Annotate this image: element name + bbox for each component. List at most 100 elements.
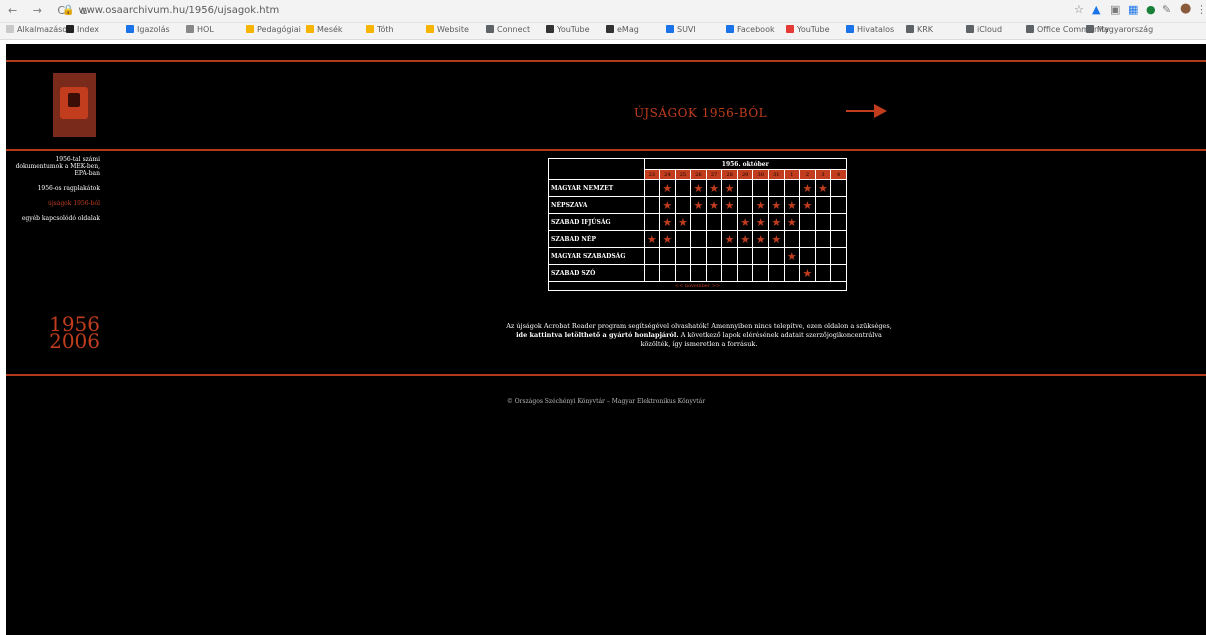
bookmark-label: Facebook — [737, 25, 775, 34]
bookmark-item[interactable]: eMag — [606, 25, 639, 34]
star-icon[interactable]: ★ — [662, 199, 672, 212]
avatar[interactable]: ● — [1180, 1, 1191, 16]
issue-cell[interactable]: ★ — [659, 179, 676, 197]
empty-cell — [659, 247, 676, 265]
star-icon[interactable]: ★ — [787, 216, 797, 229]
bookmark-item[interactable]: Connect — [486, 25, 530, 34]
issue-cell[interactable]: ★ — [705, 179, 723, 197]
extension-icon[interactable]: ● — [1146, 3, 1156, 16]
issue-cell[interactable]: ★ — [721, 230, 738, 248]
menu-icon[interactable]: ⋮ — [1196, 3, 1206, 16]
sidebar-link[interactable]: egyéb kapcsolódó oldalak — [10, 215, 100, 222]
issue-cell[interactable]: ★ — [768, 196, 785, 214]
star-icon[interactable]: ★ — [662, 182, 672, 195]
bookmark-item[interactable]: Facebook — [726, 25, 775, 34]
issue-cell[interactable]: ★ — [736, 213, 754, 231]
star-icon[interactable]: ★ — [756, 216, 766, 229]
issue-cell[interactable]: ★ — [768, 213, 785, 231]
issue-cell[interactable]: ★ — [799, 196, 816, 214]
star-icon[interactable]: ★ — [662, 233, 672, 246]
bookmark-item[interactable]: Pedagógiai — [246, 25, 301, 34]
issue-cell[interactable]: ★ — [783, 196, 801, 214]
empty-cell — [799, 247, 816, 265]
issue-cell[interactable]: ★ — [705, 196, 723, 214]
issue-cell[interactable]: ★ — [721, 179, 738, 197]
star-icon[interactable]: ★ — [771, 233, 781, 246]
issue-cell[interactable]: ★ — [799, 179, 816, 197]
issue-cell[interactable]: ★ — [643, 230, 661, 248]
empty-cell — [736, 247, 754, 265]
extension-icon[interactable]: ▲ — [1092, 3, 1100, 16]
issue-cell[interactable]: ★ — [690, 196, 707, 214]
issue-cell[interactable]: ★ — [799, 264, 816, 282]
issue-cell[interactable]: ★ — [814, 179, 832, 197]
month-nav[interactable]: << november >> — [548, 281, 847, 291]
issue-cell[interactable]: ★ — [752, 230, 770, 248]
bookmark-item[interactable]: Website — [426, 25, 469, 34]
logo[interactable] — [53, 73, 96, 137]
issue-cell[interactable]: ★ — [768, 230, 785, 248]
download-link[interactable]: ide kattintva letölthető a gyártó honlap… — [516, 331, 679, 339]
bookmark-item[interactable]: Alkalmazások — [6, 25, 72, 34]
star-icon[interactable]: ★ — [709, 199, 719, 212]
star-icon[interactable]: ★ — [756, 233, 766, 246]
bookmark-icon — [726, 25, 734, 33]
star-icon[interactable]: ★ — [678, 216, 688, 229]
bookmark-item[interactable]: Index — [66, 25, 99, 34]
star-icon[interactable]: ★ — [802, 182, 812, 195]
star-icon[interactable]: ★ — [725, 199, 735, 212]
star-icon[interactable]: ★ — [802, 267, 812, 280]
bookmark-icon — [846, 25, 854, 33]
issue-cell[interactable]: ★ — [783, 247, 801, 265]
star-icon[interactable]: ★ — [694, 182, 704, 195]
issue-cell[interactable]: ★ — [783, 213, 801, 231]
extension-icon[interactable]: ✎ — [1162, 3, 1171, 16]
star-icon[interactable]: ★ — [818, 182, 828, 195]
address-bar[interactable]: 🔒 www.osaarchivum.hu/1956/ujsagok.htm — [62, 3, 762, 18]
star-icon[interactable]: ★ — [771, 216, 781, 229]
issue-cell[interactable]: ★ — [721, 196, 738, 214]
bookmark-item[interactable]: Igazolás — [126, 25, 170, 34]
star-icon[interactable]: ★ — [787, 250, 797, 263]
issue-cell[interactable]: ★ — [690, 179, 707, 197]
star-icon[interactable]: ★ — [740, 233, 750, 246]
empty-cell — [799, 230, 816, 248]
bookmark-item[interactable]: iCloud — [966, 25, 1002, 34]
star-icon[interactable]: ★ — [647, 233, 657, 246]
issue-cell[interactable]: ★ — [736, 230, 754, 248]
bookmark-item[interactable]: Tóth — [366, 25, 394, 34]
sidebar-link-active[interactable]: újságok 1956-ból — [10, 200, 100, 207]
extension-icon[interactable]: ▦ — [1128, 3, 1138, 16]
star-icon[interactable]: ★ — [709, 182, 719, 195]
star-icon[interactable]: ★ — [725, 233, 735, 246]
star-icon[interactable]: ★ — [725, 182, 735, 195]
star-icon[interactable]: ★ — [694, 199, 704, 212]
arrow-right-icon[interactable] — [846, 103, 888, 119]
sidebar-link[interactable]: 1956-os ragplakátok — [10, 185, 100, 192]
issue-cell[interactable]: ★ — [674, 213, 692, 231]
bookmark-item[interactable]: YouTube — [786, 25, 830, 34]
extension-icon[interactable]: ▣ — [1110, 3, 1120, 16]
issue-cell[interactable]: ★ — [752, 213, 770, 231]
bookmark-item[interactable]: Hivatalos — [846, 25, 894, 34]
star-icon[interactable]: ★ — [771, 199, 781, 212]
bookmark-item[interactable]: Magyarország — [1086, 25, 1153, 34]
bookmark-item[interactable]: Mesék — [306, 25, 343, 34]
bookmark-item[interactable]: SUVI — [666, 25, 696, 34]
bookmark-item[interactable]: YouTube — [546, 25, 590, 34]
extension-icon[interactable]: ☆ — [1074, 3, 1084, 16]
issue-cell[interactable]: ★ — [659, 196, 676, 214]
bookmark-item[interactable]: KRK — [906, 25, 933, 34]
issue-cell[interactable]: ★ — [659, 213, 676, 231]
bookmark-item[interactable]: HOL — [186, 25, 214, 34]
bookmark-icon — [546, 25, 554, 33]
page-title: ÚJSÁGOK 1956-BÓL — [634, 106, 768, 120]
star-icon[interactable]: ★ — [662, 216, 672, 229]
star-icon[interactable]: ★ — [787, 199, 797, 212]
issue-cell[interactable]: ★ — [659, 230, 676, 248]
star-icon[interactable]: ★ — [756, 199, 766, 212]
sidebar-link[interactable]: 1956-tal számi dokumentumok a MEK-ben, E… — [10, 156, 100, 177]
issue-cell[interactable]: ★ — [752, 196, 770, 214]
star-icon[interactable]: ★ — [802, 199, 812, 212]
star-icon[interactable]: ★ — [740, 216, 750, 229]
